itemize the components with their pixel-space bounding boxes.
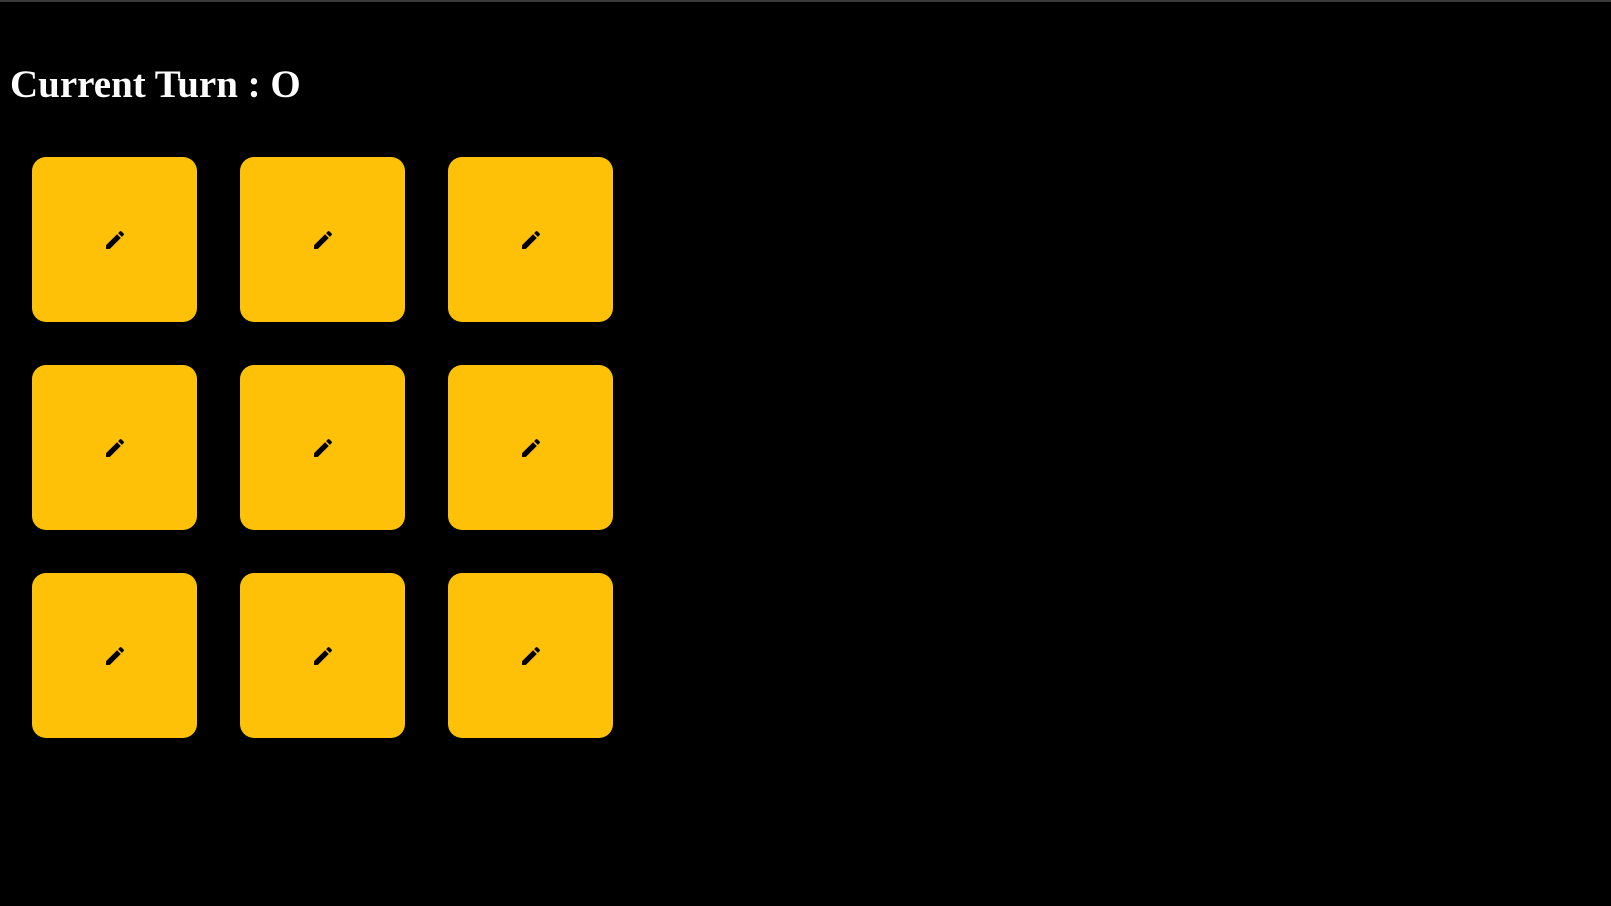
- pencil-icon: [313, 646, 332, 665]
- pencil-icon: [521, 438, 540, 457]
- board-cell[interactable]: [32, 573, 197, 738]
- pencil-icon: [521, 230, 540, 249]
- board-cell[interactable]: [32, 157, 197, 322]
- board-cell[interactable]: [240, 573, 405, 738]
- current-turn-heading: Current Turn : O: [10, 63, 301, 106]
- pencil-icon: [313, 438, 332, 457]
- window-top-border: [0, 0, 1611, 2]
- game-board: [32, 157, 613, 738]
- board-cell[interactable]: [240, 365, 405, 530]
- board-cell[interactable]: [448, 365, 613, 530]
- pencil-icon: [521, 646, 540, 665]
- board-cell[interactable]: [240, 157, 405, 322]
- board-cell[interactable]: [448, 573, 613, 738]
- pencil-icon: [105, 438, 124, 457]
- pencil-icon: [105, 230, 124, 249]
- board-cell[interactable]: [32, 365, 197, 530]
- pencil-icon: [313, 230, 332, 249]
- board-cell[interactable]: [448, 157, 613, 322]
- pencil-icon: [105, 646, 124, 665]
